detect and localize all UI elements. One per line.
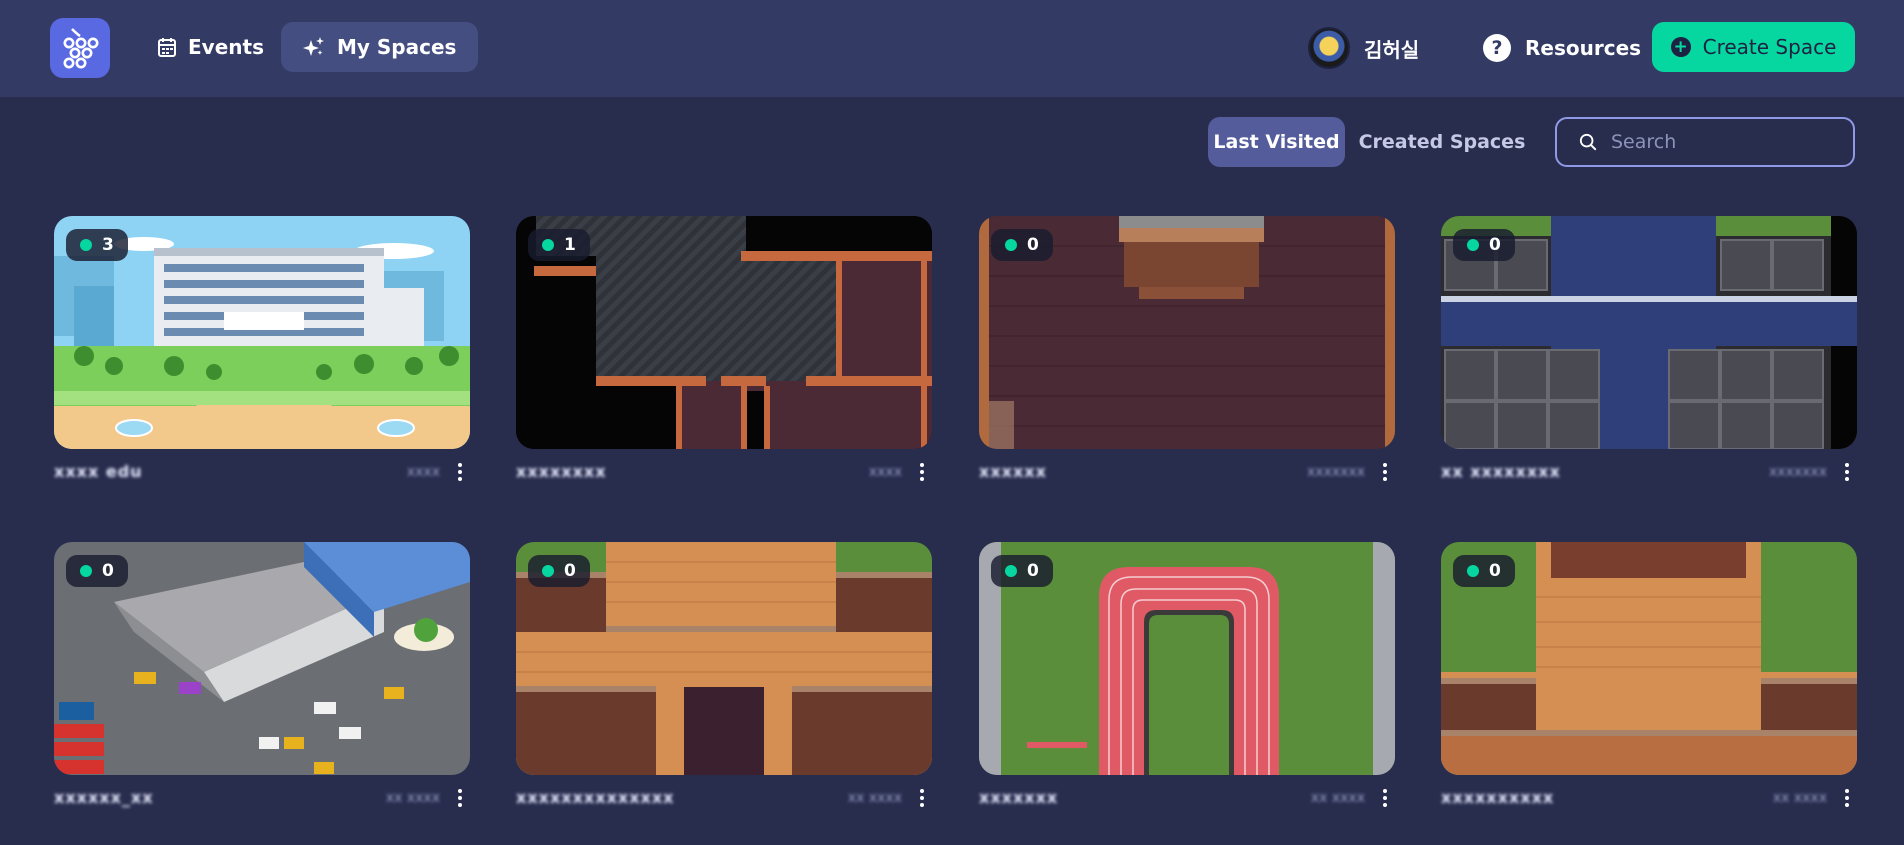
help-icon: ? [1483,34,1511,62]
sparkles-icon [303,37,324,56]
more-options-icon[interactable] [1375,459,1395,485]
more-options-icon[interactable] [912,459,932,485]
more-options-icon[interactable] [450,459,470,485]
space-card[interactable]: 0 xxxxxxxxxxxxxx xx xxxx [516,542,932,817]
search-input[interactable] [1611,131,1831,153]
gather-logo[interactable] [50,18,110,78]
online-count: 0 [564,561,576,581]
more-options-icon[interactable] [1837,785,1857,811]
space-thumbnail[interactable]: 0 [979,216,1395,449]
online-status-dot [1005,565,1017,577]
space-card-footer: xxxxxxx xx xxxx [979,783,1395,817]
resources-button[interactable]: ? Resources [1483,26,1641,70]
nav-my-spaces-label: My Spaces [337,35,457,59]
online-count-badge: 0 [991,555,1053,587]
avatar [1308,27,1350,69]
space-thumbnail[interactable]: 0 [1441,542,1857,775]
space-title: xxxxxxxxxxxxxx [516,788,675,807]
plus-circle-icon: + [1670,37,1691,57]
space-last-visited: xx xxxx [1772,790,1827,806]
space-thumbnail[interactable]: 0 [516,542,932,775]
online-status-dot [1005,239,1017,251]
space-title: xxxxxxx [979,788,1059,807]
online-status-dot [1467,239,1479,251]
space-last-visited: xxxx [406,464,440,480]
online-status-dot [1467,565,1479,577]
space-card-footer: xxxxxxxxxx xx xxxx [1441,783,1857,817]
online-count-badge: 0 [1453,555,1515,587]
space-card-footer: xxxx edu xxxx [54,457,470,491]
space-title: xxxxxx_xx [54,788,154,807]
user-name: 김허실 [1364,37,1420,62]
online-count-badge: 0 [528,555,590,587]
space-thumbnail[interactable]: 0 [979,542,1395,775]
nav-events-button[interactable]: Events [138,22,284,72]
space-card[interactable]: 0 xxxxxxxxxx xx xxxx [1441,542,1857,817]
user-menu[interactable]: 김허실 [1308,26,1419,70]
online-status-dot [80,565,92,577]
space-card[interactable]: 1 xxxxxxxx xxxx [516,216,932,491]
online-count: 0 [102,561,114,581]
space-card-footer: xxxxxx xxxxxxx [979,457,1395,491]
space-card-footer: xx xxxxxxxx xxxxxxx [1441,457,1857,491]
online-count-badge: 3 [66,229,128,261]
space-last-visited: xxxxxxx [1769,464,1827,480]
space-card[interactable]: 0 xxxxxxx xx xxxx [979,542,1395,817]
online-count: 3 [102,235,114,255]
space-card[interactable]: 3 xxxx edu xxxx [54,216,470,491]
space-card[interactable]: 0 xxxxxx xxxxxxx [979,216,1395,491]
filter-created-spaces-tab[interactable]: Created Spaces [1357,117,1527,167]
search-icon [1579,133,1597,151]
nav-events-label: Events [188,35,264,59]
space-last-visited: xxxx [868,464,902,480]
more-options-icon[interactable] [450,785,470,811]
space-last-visited: xxxxxxx [1307,464,1365,480]
space-title: xxxxxxxx [516,462,607,481]
space-card[interactable]: 0 xxxxxx_xx xx xxxx [54,542,470,817]
create-space-label: Create Space [1702,35,1837,59]
space-last-visited: xx xxxx [1310,790,1365,806]
top-navigation-bar: Events My Spaces 김허실 ? Resources + Creat… [0,0,1904,97]
online-count-badge: 0 [991,229,1053,261]
space-card-footer: xxxxxx_xx xx xxxx [54,783,470,817]
grapes-logo-icon [63,28,99,69]
online-count-badge: 0 [1453,229,1515,261]
space-last-visited: xx xxxx [847,790,902,806]
nav-my-spaces-button[interactable]: My Spaces [281,22,479,72]
online-status-dot [542,239,554,251]
calendar-icon [158,38,176,57]
space-card-footer: xxxxxxxx xxxx [516,457,932,491]
online-count-badge: 1 [528,229,590,261]
space-title: xxxx edu [54,462,143,481]
online-count-badge: 0 [66,555,128,587]
space-last-visited: xx xxxx [385,790,440,806]
online-count: 0 [1489,561,1501,581]
space-title: xxxxxx [979,462,1047,481]
filter-last-visited-tab[interactable]: Last Visited [1208,117,1345,167]
more-options-icon[interactable] [1375,785,1395,811]
space-card-footer: xxxxxxxxxxxxxx xx xxxx [516,783,932,817]
resources-label: Resources [1525,36,1642,60]
more-options-icon[interactable] [912,785,932,811]
online-count: 0 [1489,235,1501,255]
more-options-icon[interactable] [1837,459,1857,485]
space-thumbnail[interactable]: 0 [54,542,470,775]
space-title: xx xxxxxxxx [1441,462,1561,481]
create-space-button[interactable]: + Create Space [1652,22,1855,72]
online-status-dot [80,239,92,251]
space-thumbnail[interactable]: 3 [54,216,470,449]
online-count: 0 [1027,561,1039,581]
search-box[interactable] [1555,117,1855,167]
online-count: 0 [1027,235,1039,255]
online-count: 1 [564,235,576,255]
space-card[interactable]: 0 xx xxxxxxxx xxxxxxx [1441,216,1857,491]
online-status-dot [542,565,554,577]
space-title: xxxxxxxxxx [1441,788,1555,807]
space-thumbnail[interactable]: 0 [1441,216,1857,449]
space-thumbnail[interactable]: 1 [516,216,932,449]
